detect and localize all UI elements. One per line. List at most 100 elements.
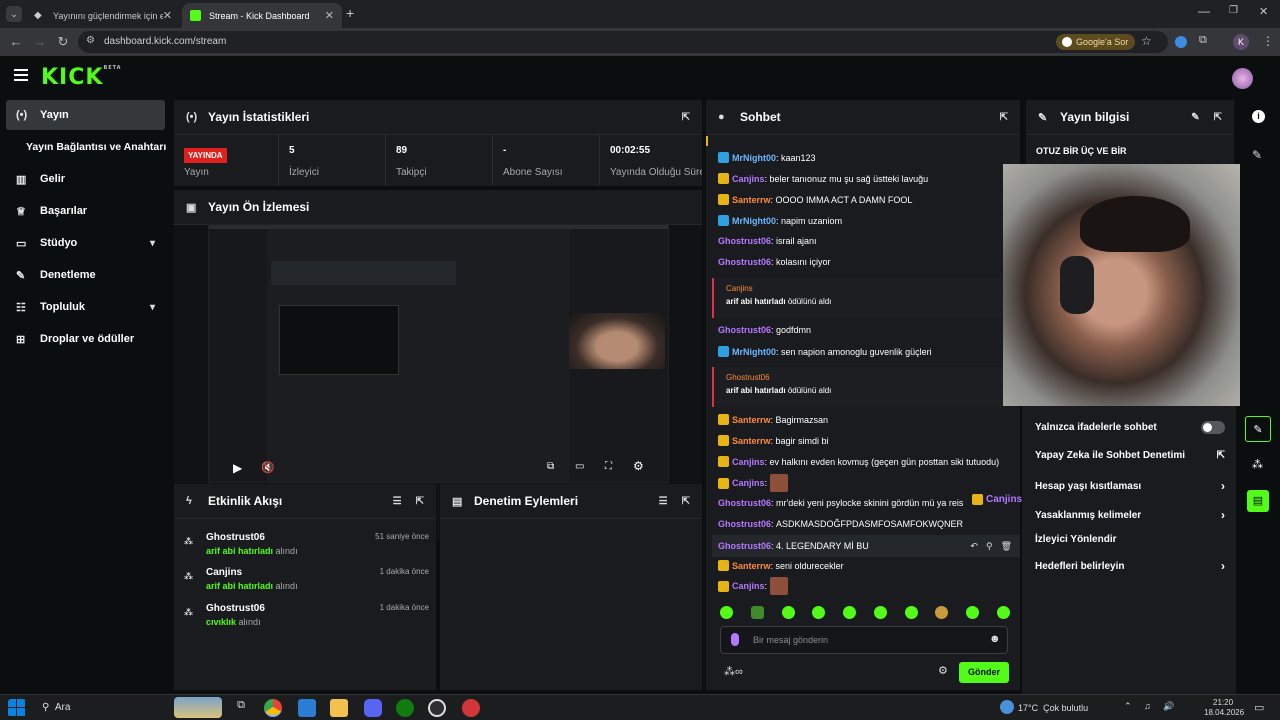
reload-icon[interactable]: ↻ (55, 34, 71, 50)
back-icon[interactable]: ← (8, 34, 24, 50)
obs-icon[interactable] (428, 699, 446, 717)
emote-icon[interactable] (966, 606, 980, 619)
chat-username[interactable]: MrNight00 (732, 347, 776, 357)
kick-rewards-icon[interactable]: ⁂ (1252, 458, 1263, 471)
delete-icon[interactable]: 🗑 (1001, 541, 1012, 552)
chat-username[interactable]: Canjins (732, 174, 765, 184)
emote-icon[interactable] (781, 606, 795, 619)
chat-username[interactable]: Ghostrust06 (718, 325, 771, 335)
url-text[interactable]: dashboard.kick.com/stream (104, 36, 226, 47)
mute-icon[interactable]: 🔇 (261, 461, 275, 474)
chat-username[interactable]: Santerrw (732, 436, 771, 446)
redemption-user[interactable]: Ghostrust06 (726, 373, 996, 382)
chat-message[interactable]: Ghostrust06: ASDKMASDOĞFPDASMFOSAMFOKWQN… (718, 519, 963, 529)
edit-pencil-icon[interactable]: ✎ (1191, 112, 1199, 123)
chat-message[interactable]: Canjins: (718, 474, 789, 492)
chat-message[interactable]: Ghostrust06: godfdmn (718, 325, 811, 335)
sidebar-item-gelir[interactable]: ▥ Gelir (6, 164, 165, 194)
app-icon[interactable] (298, 699, 316, 717)
emote-icon[interactable] (812, 606, 826, 619)
emote-icon[interactable] (750, 606, 764, 619)
sidebar-item-basarilar[interactable]: ♕ Başarılar (6, 196, 165, 226)
omnibox[interactable]: ⚙ dashboard.kick.com/stream Google'a Sor… (78, 31, 1168, 53)
sidebar-item-topluluk[interactable]: ☷ Topluluk ▾ (6, 292, 165, 322)
clock-time[interactable]: 21:20 (1213, 698, 1233, 707)
profile-avatar[interactable]: K (1233, 34, 1249, 50)
chat-username[interactable]: Santerrw (732, 195, 771, 205)
user-avatar[interactable] (1232, 68, 1253, 89)
browser-menu-icon[interactable]: ⋮ (1262, 34, 1274, 48)
chat-username[interactable]: Canjins (732, 581, 765, 591)
emote-icon[interactable] (720, 606, 733, 619)
chat-message[interactable]: Ghostrust06: israil ajanı (718, 236, 817, 246)
notifications-icon[interactable]: ▭ (1254, 701, 1264, 714)
popout-icon[interactable]: ⇱ (1000, 112, 1008, 123)
redemption-user[interactable]: Canjins (726, 284, 996, 293)
settings-gear-icon[interactable]: ⚙ (633, 459, 644, 473)
edit-pencil-icon[interactable]: ✎ (1252, 148, 1262, 162)
chat-message[interactable]: Canjins: ev halkını evden kovmuş (geçen … (718, 456, 999, 467)
chat-message-hovered[interactable]: Ghostrust06: 4. LEGENDARY Mİ BU ↶ ⚲ 🗑 (712, 535, 1020, 557)
hamburger-menu-icon[interactable] (14, 69, 28, 81)
chat-username[interactable]: Canjins (732, 457, 765, 467)
emoji-picker-icon[interactable]: ☻ (989, 633, 1001, 645)
tab-kick-dashboard[interactable]: Stream - Kick Dashboard ✕ (182, 3, 342, 28)
chat-username[interactable]: Ghostrust06 (718, 541, 771, 551)
chat-username[interactable]: Ghostrust06 (718, 257, 771, 267)
popout-icon[interactable]: ⇱ (416, 496, 424, 507)
minimize-button[interactable]: — (1198, 4, 1210, 18)
bookmark-star-icon[interactable]: ☆ (1141, 34, 1152, 48)
chat-username[interactable]: Ghostrust06 (718, 519, 771, 529)
menu-ai-moderation[interactable]: Yapay Zeka ile Sohbet Denetimi ⇱ (1035, 450, 1225, 461)
emote-icon[interactable] (843, 606, 857, 619)
chat-input-box[interactable]: Bir mesaj gönderin ☻ (720, 626, 1008, 654)
clapperboard-icon[interactable]: ▤ (1247, 490, 1269, 512)
video-player[interactable]: ▶ 🔇 ⧉ ▭ ⛶ ⚙ (208, 224, 669, 483)
chat-message[interactable]: Santerrw: seni oldurecekler (718, 560, 844, 571)
taskbar-search[interactable]: ⚲ Ara (36, 697, 222, 718)
chat-settings-gear-icon[interactable]: ⚙ (938, 664, 948, 677)
chat-username[interactable]: Santerrw (732, 415, 771, 425)
window-close-button[interactable]: ✕ (1259, 5, 1268, 18)
forward-icon[interactable]: → (32, 34, 48, 50)
close-icon[interactable]: ✕ (163, 9, 172, 22)
pip-icon[interactable]: ⧉ (547, 461, 554, 472)
chat-message[interactable]: MrNight00: napim uzaniom (718, 215, 842, 226)
discord-icon[interactable] (364, 699, 382, 717)
popout-icon[interactable]: ⇱ (682, 496, 690, 507)
emote-icon[interactable] (996, 606, 1010, 619)
task-view-icon[interactable]: ⧉ (232, 699, 250, 717)
extension-icon[interactable] (1175, 36, 1187, 48)
chat-message[interactable]: Santerrw: OOOO IMMA ACT A DAMN FOOL (718, 194, 912, 205)
chat-username[interactable]: MrNight00 (732, 216, 776, 226)
chat-username[interactable]: Ghostrust06 (718, 498, 771, 508)
send-button[interactable]: Gönder (959, 662, 1009, 683)
sidebar-item-studyo[interactable]: ▭ Stüdyo ▾ (6, 228, 165, 258)
sidebar-item-stream-key[interactable]: Yayın Bağlantısı ve Anahtarı (16, 132, 175, 162)
emote-icon[interactable] (935, 606, 949, 619)
chat-username[interactable]: Ghostrust06 (718, 236, 771, 246)
chat-message[interactable]: Canjins: beler tanıonuz mu şu sağ üsttek… (718, 173, 928, 184)
file-explorer-icon[interactable] (330, 699, 348, 717)
chat-message[interactable]: MrNight00: sen napion amonoglu guvenlik … (718, 346, 932, 357)
chat-message[interactable]: Ghostrust06: mr'deki yeni psylocke skini… (718, 498, 963, 508)
popout-icon[interactable]: ⇱ (1214, 112, 1222, 123)
emote-only-toggle[interactable] (1201, 421, 1225, 434)
menu-account-age[interactable]: Hesap yaşı kısıtlaması › (1035, 479, 1225, 493)
popout-icon[interactable]: ⇱ (682, 112, 690, 123)
fullscreen-icon[interactable]: ⛶ (605, 461, 612, 472)
tab-list-button[interactable]: ⌄ (6, 6, 22, 22)
emote-icon[interactable] (904, 606, 918, 619)
theater-icon[interactable]: ▭ (575, 461, 584, 472)
chat-username[interactable]: Canjins (732, 478, 765, 488)
extensions-puzzle-icon[interactable]: ⧉ (1199, 34, 1207, 47)
google-ask-chip[interactable]: Google'a Sor (1056, 34, 1136, 50)
filter-icon[interactable]: ☰ (659, 496, 668, 507)
emote-icon[interactable] (873, 606, 887, 619)
menu-goals[interactable]: Hedefleri belirleyin › (1035, 559, 1225, 573)
pin-icon[interactable]: ⚲ (986, 541, 993, 552)
sidebar-item-yayin[interactable]: (•) Yayın (6, 100, 165, 130)
chat-message[interactable]: MrNight00: kaan123 (718, 152, 816, 163)
chrome-icon[interactable] (264, 699, 282, 717)
new-tab-button[interactable]: + (346, 5, 354, 21)
